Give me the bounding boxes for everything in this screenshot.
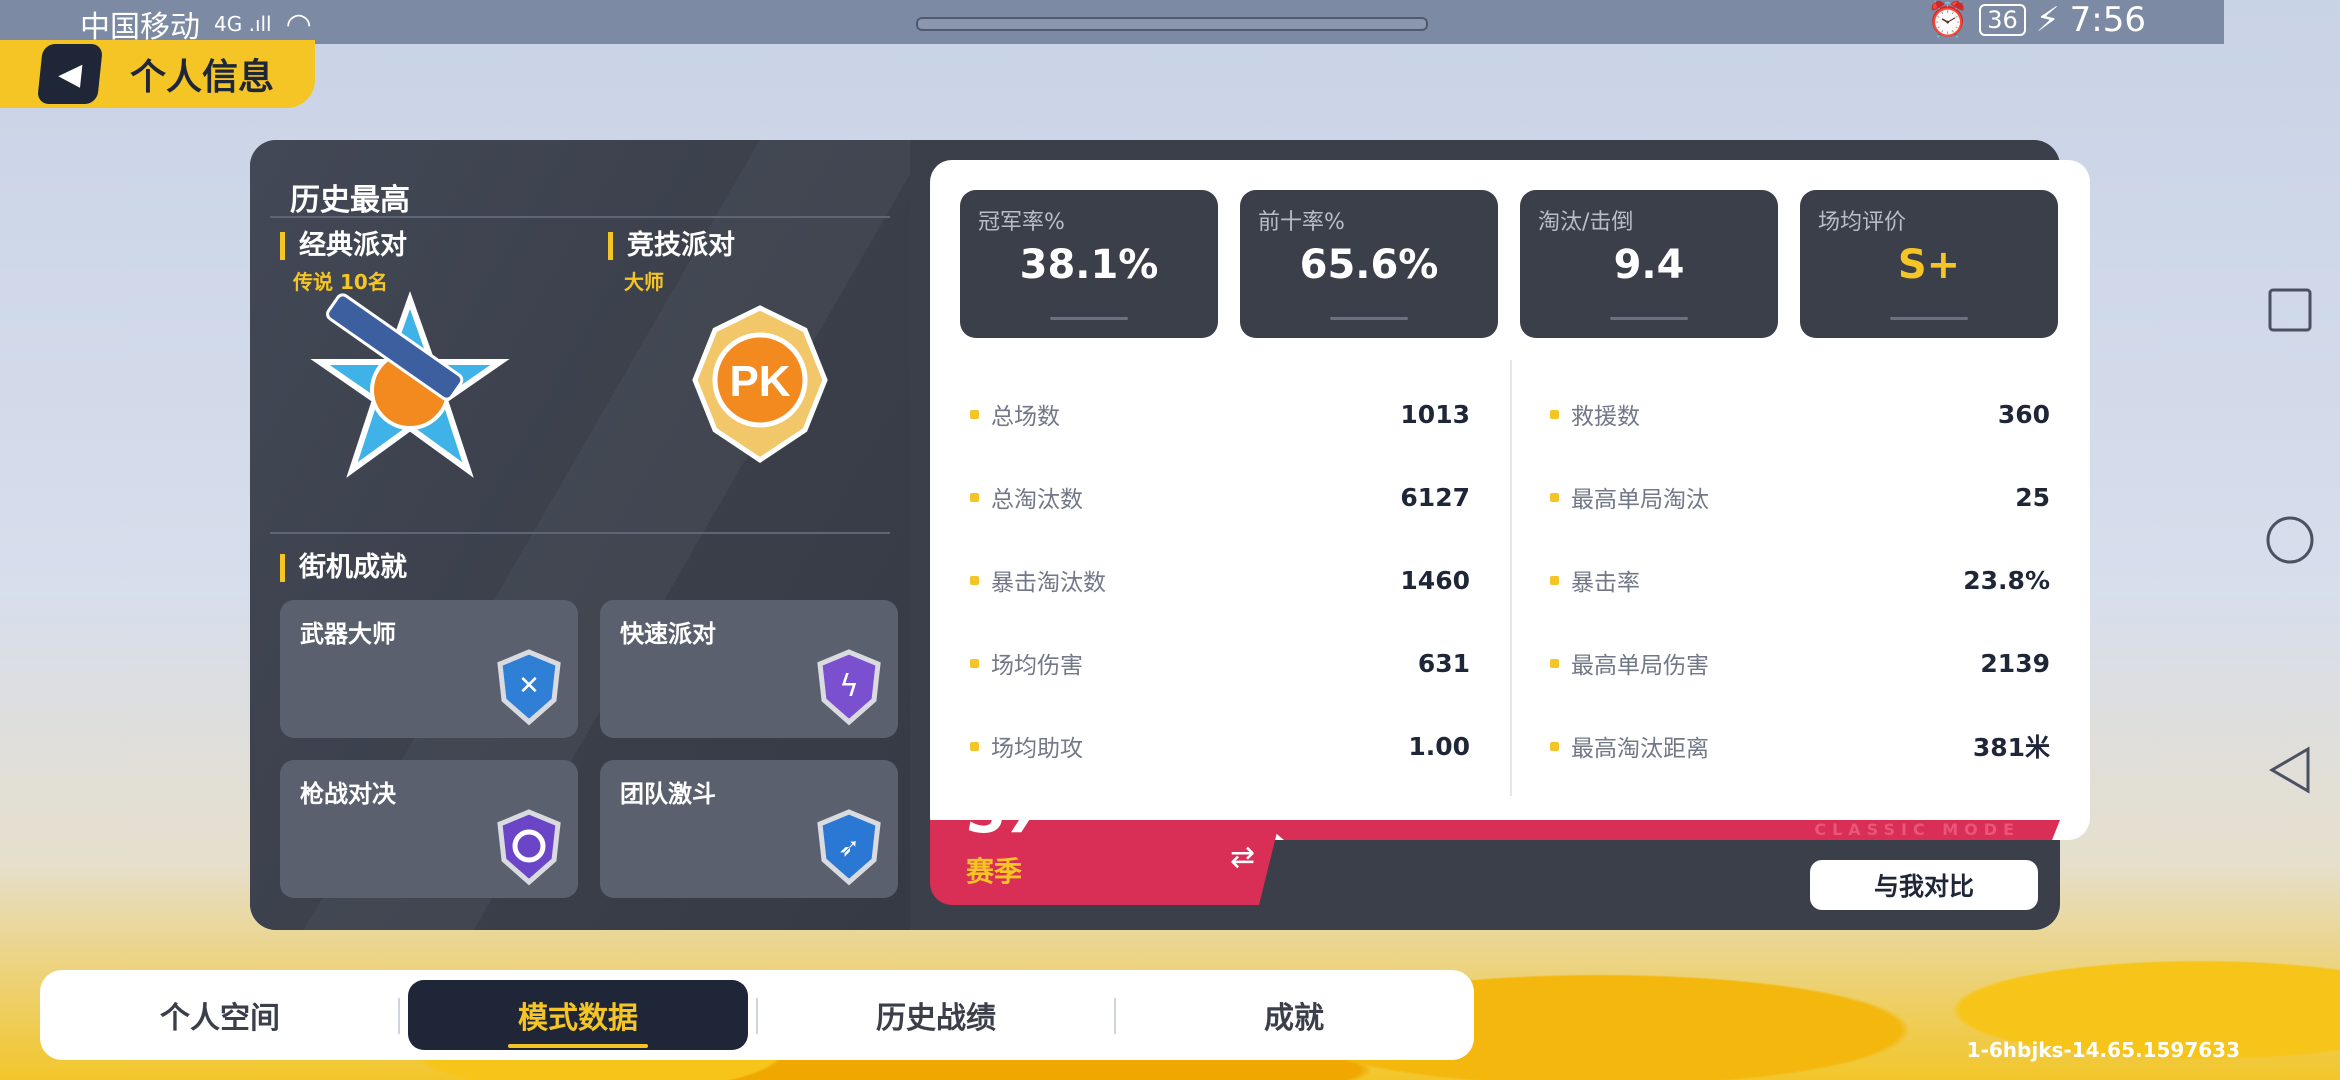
stat-value: 9.4 [1613, 242, 1685, 288]
avg-rating-card: 场均评价 S+ [1800, 190, 2058, 338]
top-ten-rate-card: 前十率% 65.6% [1240, 190, 1498, 338]
divider [1890, 317, 1968, 320]
stat-label: 淘汰/击倒 [1538, 210, 1634, 235]
kd-card: 淘汰/击倒 9.4 [1520, 190, 1778, 338]
master-pk-badge-icon: PK [675, 300, 845, 474]
arcade-card-label: 枪战对决 [300, 780, 396, 808]
stat-label: 冠军率% [978, 210, 1065, 235]
tab-personal-space[interactable]: 个人空间 [50, 980, 390, 1050]
mode-stats-card: 冠军率% 38.1% 前十率% 65.6% 淘汰/击倒 9.4 场均评价 S+ … [930, 160, 2090, 840]
build-id: 1-6hbjks-14.65.1597633 [1966, 1038, 2240, 1062]
legend-star-badge-icon [310, 290, 510, 494]
target-badge-icon [494, 808, 564, 890]
back-arrow-icon: ◀ [56, 56, 84, 92]
signal-icon: 4G .ıll [214, 12, 272, 36]
classic-mode-title: 经典派对 [280, 232, 407, 260]
stat-row: 总淘汰数 6127 [970, 477, 1470, 517]
header-bar: ◀ 个人信息 [0, 40, 315, 108]
stat-value: 65.6% [1299, 242, 1439, 288]
stat-label: 场均评价 [1818, 210, 1907, 235]
stat-row: 暴击率 23.8% [1550, 560, 2050, 600]
arcade-card-label: 武器大师 [300, 620, 396, 648]
clock: 7:56 [2069, 0, 2146, 40]
tab-achievements[interactable]: 成就 [1124, 980, 1464, 1050]
arcade-card-quick-party[interactable]: 快速派对 ϟ [600, 600, 898, 738]
stat-row: 最高单局伤害 2139 [1550, 643, 2050, 683]
competitive-mode-title: 竞技派对 [608, 232, 735, 260]
charging-icon: ⚡ [2035, 0, 2060, 40]
battery-indicator: 36 [1979, 4, 2026, 36]
stat-row: 场均助攻 1.00 [970, 726, 1470, 766]
champion-rate-card: 冠军率% 38.1% [960, 190, 1218, 338]
divider [1114, 998, 1116, 1034]
stat-value: 38.1% [1019, 242, 1159, 288]
status-bar: 中国移动 4G .ıll ◠ ⏰ 36 ⚡ 7:56 [0, 0, 2224, 45]
recents-square-icon[interactable] [2240, 270, 2340, 350]
stat-row: 总场数 1013 [970, 394, 1470, 434]
season-switch[interactable]: S7 赛季 ⇄ [930, 820, 1280, 905]
arcade-card-team-battle[interactable]: 团队激斗 ➶ [600, 760, 898, 898]
divider [270, 532, 890, 534]
divider [1330, 317, 1408, 320]
competitive-rank: 大师 [624, 270, 664, 294]
stat-row: 救援数 360 [1550, 394, 2050, 434]
home-circle-icon[interactable] [2240, 500, 2340, 580]
divider [1050, 317, 1128, 320]
system-nav-bar [2240, 250, 2340, 830]
divider [1610, 317, 1688, 320]
history-section: 历史最高 经典派对 传说 10名 竞技派对 大师 PK 街机成就 武器大师 ✕ [250, 140, 910, 930]
page-title: 个人信息 [130, 57, 275, 98]
arcade-card-gunfight[interactable]: 枪战对决 [280, 760, 578, 898]
tab-mode-data[interactable]: 模式数据 [408, 980, 748, 1050]
arcade-title: 街机成就 [280, 554, 407, 582]
tab-match-history[interactable]: 历史战绩 [766, 980, 1106, 1050]
column-divider [1510, 360, 1512, 796]
history-title: 历史最高 [290, 183, 410, 218]
back-triangle-icon[interactable] [2240, 730, 2340, 810]
arcade-card-weapon-master[interactable]: 武器大师 ✕ [280, 600, 578, 738]
arcade-card-label: 快速派对 [620, 620, 716, 648]
season-label: 赛季 [966, 855, 1023, 888]
stat-value: S+ [1897, 242, 1961, 288]
stat-row: 最高淘汰距离 381米 [1550, 726, 2050, 766]
season-strip: CLASSIC MODE [1260, 820, 2060, 840]
stat-row: 暴击淘汰数 1460 [970, 560, 1470, 600]
divider [398, 998, 400, 1034]
divider [270, 216, 890, 218]
back-button[interactable]: ◀ [36, 44, 104, 104]
mode-watermark: CLASSIC MODE [1814, 820, 2020, 839]
stat-row: 场均伤害 631 [970, 643, 1470, 683]
svg-text:➶: ➶ [838, 833, 860, 863]
stat-row: 最高单局淘汰 25 [1550, 477, 2050, 517]
compare-button[interactable]: 与我对比 [1810, 860, 2038, 910]
svg-text:PK: PK [729, 357, 790, 406]
svg-text:✕: ✕ [518, 671, 540, 701]
stat-label: 前十率% [1258, 210, 1345, 235]
rocket-badge-icon: ➶ [814, 808, 884, 890]
svg-text:ϟ: ϟ [839, 669, 859, 704]
swap-icon[interactable]: ⇄ [1230, 840, 1255, 875]
divider [756, 998, 758, 1034]
arcade-card-label: 团队激斗 [620, 780, 716, 808]
drag-handle[interactable] [916, 17, 1428, 31]
alarm-icon: ⏰ [1926, 0, 1970, 40]
bottom-tab-bar: 个人空间 模式数据 历史战绩 成就 [40, 970, 1474, 1060]
lightning-badge-icon: ϟ [814, 648, 884, 730]
weapon-badge-icon: ✕ [494, 648, 564, 730]
wifi-icon: ◠ [285, 6, 312, 42]
